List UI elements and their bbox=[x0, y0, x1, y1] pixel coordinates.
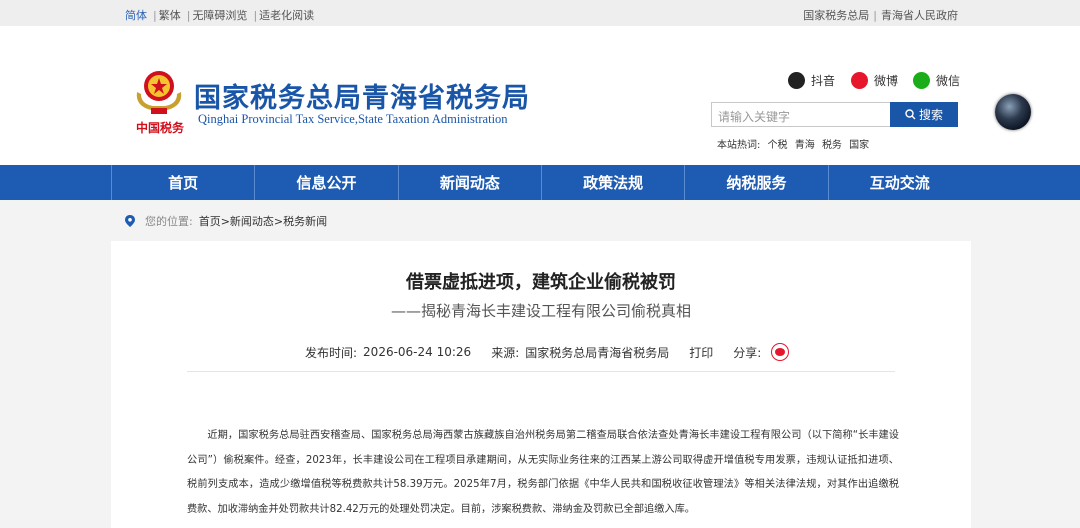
accessible-browse-link[interactable]: 无障碍浏览 bbox=[192, 9, 247, 22]
hot-words-label: 本站热词: bbox=[717, 140, 761, 151]
douyin-label: 抖音 bbox=[811, 74, 836, 88]
divider bbox=[187, 371, 895, 372]
weixin-label: 微信 bbox=[936, 74, 961, 88]
weibo-icon bbox=[851, 72, 868, 89]
weixin-link[interactable]: 微信 bbox=[913, 72, 960, 89]
divider: | bbox=[873, 9, 877, 22]
qinghai-gov-link[interactable]: 青海省人民政府 bbox=[881, 9, 958, 22]
nav-home[interactable]: 首页 bbox=[111, 165, 256, 200]
site-title[interactable]: 国家税务总局青海省税务局 bbox=[194, 76, 530, 115]
article-meta: 发布时间: 2026-06-24 10:26 来源: 国家税务总局青海省税务局 … bbox=[305, 343, 795, 361]
article-body: 近期，国家税务总局驻西安稽查局、国家税务总局海西蒙古族藏族自治州税务局第二稽查局… bbox=[187, 430, 899, 515]
elderly-mode-link[interactable]: 适老化阅读 bbox=[259, 9, 314, 22]
breadcrumb-label: 您的位置: bbox=[145, 214, 193, 228]
lang-simplified-link[interactable]: 简体 bbox=[125, 9, 147, 22]
emblem-caption: 中国税务 bbox=[136, 121, 185, 135]
divider: | bbox=[153, 9, 157, 22]
breadcrumb: 您的位置: 首页>新闻动态>税务新闻 bbox=[111, 200, 971, 241]
hot-word[interactable]: 个税 bbox=[768, 140, 788, 151]
globe-icon[interactable] bbox=[995, 94, 1031, 130]
search-input[interactable]: 请输入关键字 bbox=[711, 102, 891, 127]
hot-word[interactable]: 国家 bbox=[849, 140, 869, 151]
site-header: 中国税务 国家税务总局青海省税务局 Qinghai Provincial Tax… bbox=[0, 26, 1080, 165]
print-button[interactable]: 打印 bbox=[689, 344, 713, 361]
douyin-icon bbox=[788, 72, 805, 89]
hot-word[interactable]: 税务 bbox=[822, 140, 842, 151]
nav-info-disclosure[interactable]: 信息公开 bbox=[255, 165, 399, 200]
top-utility-bar: 简体 | 繁体 | 无障碍浏览 | 适老化阅读 国家税务总局 | 青海省人民政府 bbox=[0, 0, 1080, 26]
douyin-link[interactable]: 抖音 bbox=[788, 72, 835, 89]
source-value: 国家税务总局青海省税务局 bbox=[525, 345, 670, 360]
nav-policies[interactable]: 政策法规 bbox=[542, 165, 686, 200]
accessibility-links: 简体 | 繁体 | 无障碍浏览 | 适老化阅读 bbox=[125, 7, 316, 23]
hot-words: 本站热词: 个税 青海 税务 国家 bbox=[717, 136, 873, 151]
nav-interaction[interactable]: 互动交流 bbox=[829, 165, 971, 200]
hot-word[interactable]: 青海 bbox=[795, 140, 815, 151]
publish-label: 发布时间: bbox=[305, 345, 358, 360]
divider: | bbox=[253, 9, 258, 22]
weibo-share-icon[interactable] bbox=[771, 343, 790, 361]
source-label: 来源: bbox=[491, 345, 520, 360]
search-button-label: 搜索 bbox=[918, 108, 943, 122]
article: 借票虚抵进项，建筑企业偷税被罚 ——揭秘青海长丰建设工程有限公司偷税真相 发布时… bbox=[111, 241, 971, 528]
sat-link[interactable]: 国家税务总局 bbox=[803, 9, 869, 22]
search-icon bbox=[905, 109, 916, 120]
lang-traditional-link[interactable]: 繁体 bbox=[159, 9, 181, 22]
article-subtitle: ——揭秘青海长丰建设工程有限公司偷税真相 bbox=[390, 302, 691, 320]
weibo-link[interactable]: 微博 bbox=[851, 72, 898, 89]
main-nav: 首页 信息公开 新闻动态 政策法规 纳税服务 互动交流 bbox=[0, 165, 1080, 200]
breadcrumb-path[interactable]: 首页>新闻动态>税务新闻 bbox=[199, 213, 327, 229]
divider: | bbox=[186, 9, 191, 22]
external-links: 国家税务总局 | 青海省人民政府 bbox=[803, 7, 958, 23]
weixin-icon bbox=[913, 72, 930, 89]
tax-emblem-icon[interactable] bbox=[131, 66, 187, 116]
nav-news[interactable]: 新闻动态 bbox=[399, 165, 542, 200]
publish-time: 2026-06-24 10:26 bbox=[363, 345, 472, 359]
search-button[interactable]: 搜索 bbox=[890, 102, 958, 127]
article-title: 借票虚抵进项，建筑企业偷税被罚 bbox=[406, 272, 676, 293]
site-subtitle: Qinghai Provincial Tax Service,State Tax… bbox=[198, 112, 508, 126]
location-pin-icon bbox=[125, 214, 135, 227]
nav-tax-service[interactable]: 纳税服务 bbox=[685, 165, 829, 200]
share-label: 分享: bbox=[733, 345, 762, 360]
weibo-label: 微博 bbox=[874, 74, 899, 88]
